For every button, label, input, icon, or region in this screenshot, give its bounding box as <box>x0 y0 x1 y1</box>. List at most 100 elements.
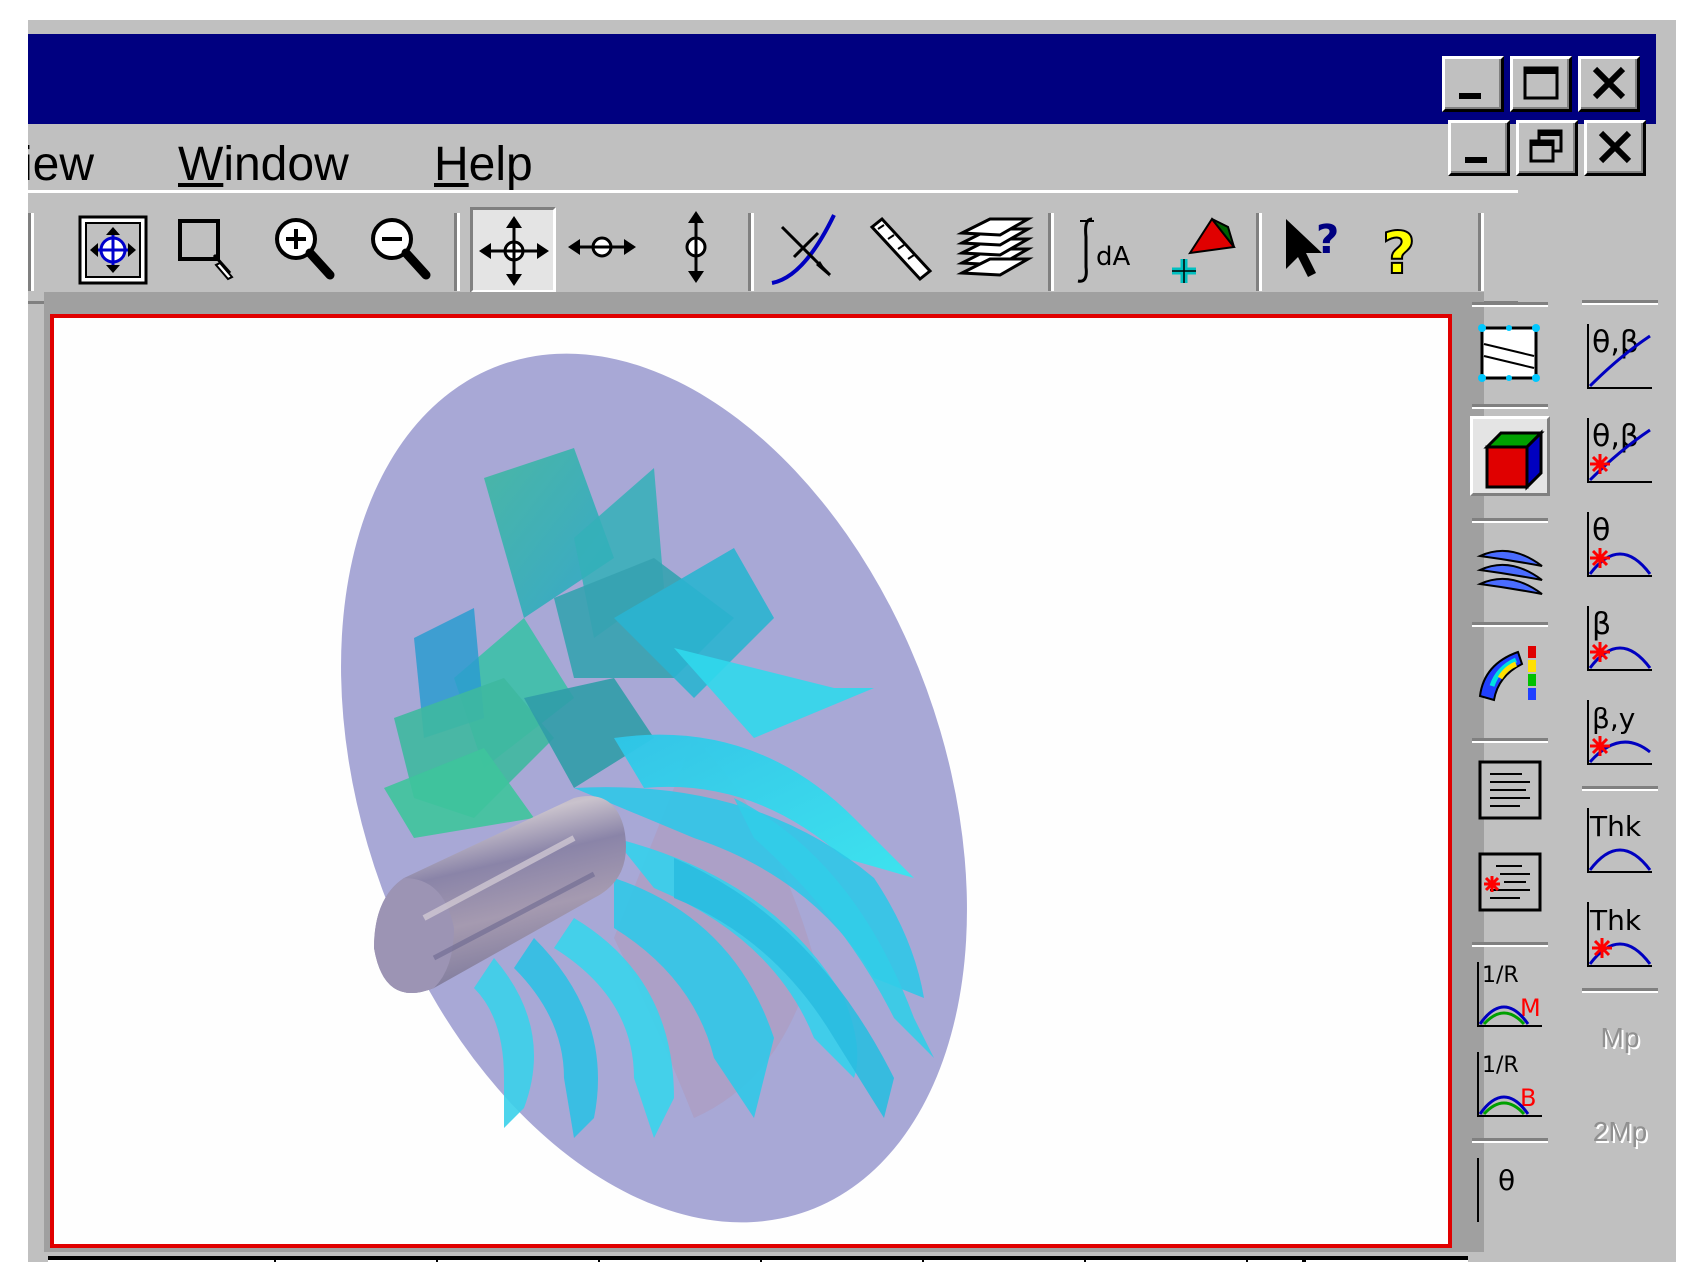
text-report-icon <box>1478 760 1542 820</box>
3d-solid-view-button[interactable] <box>1470 416 1550 496</box>
svg-text:β: β <box>1592 607 1611 642</box>
zoom-out-button[interactable] <box>360 207 446 293</box>
text-report-button[interactable] <box>1470 750 1550 830</box>
theta-beta-button[interactable]: θ,β <box>1580 316 1660 396</box>
palette-separator <box>1472 942 1548 947</box>
intersect-curve-icon <box>771 214 836 285</box>
svg-text:Thk: Thk <box>1589 904 1642 937</box>
palette-separator <box>1472 1138 1548 1143</box>
beta-y-edit-button[interactable]: β,y <box>1580 692 1660 772</box>
meridional-view-button[interactable] <box>1470 314 1550 394</box>
minimize-button[interactable] <box>1442 56 1504 112</box>
bottom-ruler <box>48 1256 1468 1262</box>
zoom-in-icon <box>275 218 335 280</box>
zoom-in-button[interactable] <box>264 207 350 293</box>
pan-vertical-button[interactable] <box>656 207 742 293</box>
blade-design-palette: θ,β θ,β θ β β,y Thk Thk Mp 2Mp <box>1572 292 1668 1262</box>
palette-separator <box>1472 518 1548 523</box>
pan-horizontal-button[interactable] <box>562 207 648 293</box>
meridional-view-icon <box>1478 324 1540 382</box>
help-icon: ? <box>1381 218 1417 288</box>
color-contour-button[interactable] <box>1470 634 1550 714</box>
theta-beta-icon: θ,β <box>1587 324 1652 389</box>
area-integral-button[interactable]: dA <box>1064 207 1150 293</box>
palette-more-button[interactable]: θ <box>1470 1150 1550 1230</box>
menu-window-label: indow <box>223 138 349 191</box>
2mp-button[interactable]: 2Mp <box>1572 1116 1668 1148</box>
impeller-render[interactable] <box>54 318 1448 1244</box>
zoom-fit-icon <box>78 215 148 285</box>
application-window: iew Window Help dA ? ? 1/R M 1/R B θ θ,β… <box>28 20 1676 1262</box>
svg-text:1/R: 1/R <box>1482 1053 1519 1078</box>
restore-icon <box>1529 129 1563 163</box>
zoom-fit-button[interactable] <box>72 207 158 293</box>
toolbar-separator <box>454 213 460 291</box>
doc-restore-button[interactable] <box>1516 120 1578 176</box>
palette-separator <box>1582 300 1658 305</box>
loading-b-button[interactable]: 1/R B <box>1470 1044 1550 1124</box>
text-report-edit-button[interactable] <box>1470 842 1550 922</box>
theta-beta-edit-button[interactable]: θ,β <box>1580 410 1660 490</box>
thickness-edit-icon: Thk <box>1587 902 1652 967</box>
doc-close-button[interactable] <box>1584 120 1646 176</box>
caption-buttons <box>1442 56 1640 112</box>
beta-edit-icon: β <box>1587 606 1652 671</box>
zoom-window-button[interactable] <box>168 207 254 293</box>
svg-text:?: ? <box>1382 219 1416 287</box>
toolbar-separator <box>748 213 754 291</box>
toolbar: dA ? ? <box>28 190 1518 304</box>
maximize-icon <box>1523 66 1559 100</box>
intersect-curve-button[interactable] <box>764 207 850 293</box>
svg-text:θ: θ <box>1498 1164 1515 1197</box>
svg-text:?: ? <box>1316 217 1339 263</box>
add-color-button[interactable] <box>1160 207 1246 293</box>
text-report-edit-icon <box>1478 852 1542 912</box>
minimize-icon <box>1465 157 1487 163</box>
mp-button[interactable]: Mp <box>1572 1022 1668 1054</box>
svg-text:θ: θ <box>1592 513 1610 548</box>
measure-button[interactable] <box>858 207 944 293</box>
thickness-edit-button[interactable]: Thk <box>1580 894 1660 974</box>
theta-partial-icon: θ <box>1477 1158 1515 1222</box>
layers-icon <box>956 217 1034 277</box>
palette-separator <box>1472 622 1548 627</box>
blade-sections-button[interactable] <box>1470 530 1550 610</box>
svg-text:dA: dA <box>1096 242 1131 272</box>
close-button[interactable] <box>1578 56 1640 112</box>
context-help-button[interactable]: ? <box>1272 207 1358 293</box>
beta-edit-button[interactable]: β <box>1580 598 1660 678</box>
add-color-icon <box>1172 217 1236 283</box>
close-icon <box>1598 130 1632 164</box>
minimize-icon <box>1459 93 1481 99</box>
area-integral-icon: dA <box>1077 217 1131 283</box>
palette-separator <box>1472 404 1548 409</box>
pan-vertical-icon <box>685 211 707 283</box>
pan-button[interactable] <box>470 207 556 293</box>
theta-beta-edit-icon: θ,β <box>1587 418 1652 483</box>
theta-edit-button[interactable]: θ <box>1580 504 1660 584</box>
loading-b-icon: 1/R B <box>1477 1052 1542 1117</box>
layers-button[interactable] <box>952 207 1038 293</box>
toolbar-separator <box>28 213 34 291</box>
help-button[interactable]: ? <box>1362 207 1448 293</box>
color-contour-icon <box>1478 646 1536 702</box>
pan-icon <box>479 216 549 286</box>
zoom-out-icon <box>371 218 431 280</box>
palette-separator <box>1472 738 1548 743</box>
maximize-button[interactable] <box>1510 56 1572 112</box>
palette-separator <box>1582 988 1658 993</box>
thickness-icon: Thk <box>1587 808 1652 873</box>
doc-minimize-button[interactable] <box>1448 120 1510 176</box>
zoom-window-icon <box>178 219 234 281</box>
title-bar[interactable] <box>28 34 1656 124</box>
loading-m-button[interactable]: 1/R M <box>1470 954 1550 1034</box>
palette-separator <box>1472 302 1548 307</box>
3d-viewport[interactable] <box>50 314 1452 1248</box>
blade-sections-icon <box>1476 549 1543 595</box>
svg-text:θ,β: θ,β <box>1592 325 1639 360</box>
svg-text:θ,β: θ,β <box>1592 419 1639 454</box>
pan-horizontal-icon <box>568 236 636 258</box>
toolbar-separator <box>1478 213 1484 291</box>
thickness-button[interactable]: Thk <box>1580 800 1660 880</box>
theta-edit-icon: θ <box>1587 512 1652 577</box>
